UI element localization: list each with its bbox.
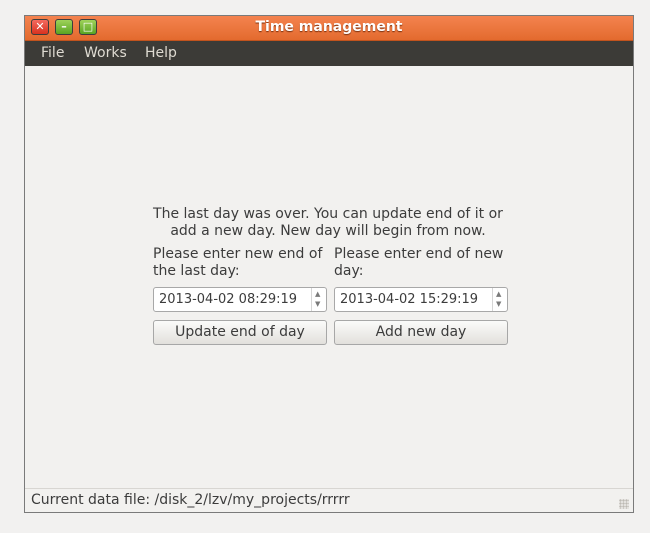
end-of-new-day-field[interactable]: 2013-04-02 15:29:19 ▲ ▼: [334, 287, 508, 312]
end-of-last-day-stepper[interactable]: ▲ ▼: [311, 288, 326, 311]
title-bar[interactable]: ✕ – □ Time management: [25, 16, 633, 41]
current-data-file-status: Current data file: /disk_2/lzv/my_projec…: [31, 492, 350, 508]
end-of-new-day-value[interactable]: 2013-04-02 15:29:19: [340, 292, 478, 307]
end-of-last-day-field[interactable]: 2013-04-02 08:29:19 ▲ ▼: [153, 287, 327, 312]
main-content: The last day was over. You can update en…: [25, 66, 633, 489]
app-window: ✕ – □ Time management File Works Help Th…: [24, 15, 634, 513]
menu-bar: File Works Help: [25, 41, 633, 66]
status-bar: Current data file: /disk_2/lzv/my_projec…: [25, 488, 633, 513]
update-end-of-day-button[interactable]: Update end of day: [153, 320, 327, 345]
menu-file[interactable]: File: [41, 45, 64, 61]
spin-up-icon[interactable]: ▲: [496, 291, 501, 298]
spin-down-icon[interactable]: ▼: [496, 301, 501, 308]
end-of-new-day-label: Please enter end of new day:: [334, 246, 504, 279]
resize-grip-icon[interactable]: [619, 499, 629, 509]
end-of-last-day-label: Please enter new end of the last day:: [153, 246, 323, 279]
add-new-day-button[interactable]: Add new day: [334, 320, 508, 345]
spin-up-icon[interactable]: ▲: [315, 291, 320, 298]
menu-help[interactable]: Help: [145, 45, 177, 61]
info-message: The last day was over. You can update en…: [153, 206, 503, 239]
window-title: Time management: [255, 19, 403, 35]
end-of-new-day-stepper[interactable]: ▲ ▼: [492, 288, 507, 311]
menu-works[interactable]: Works: [84, 45, 127, 61]
spin-down-icon[interactable]: ▼: [315, 301, 320, 308]
end-of-last-day-value[interactable]: 2013-04-02 08:29:19: [159, 292, 297, 307]
